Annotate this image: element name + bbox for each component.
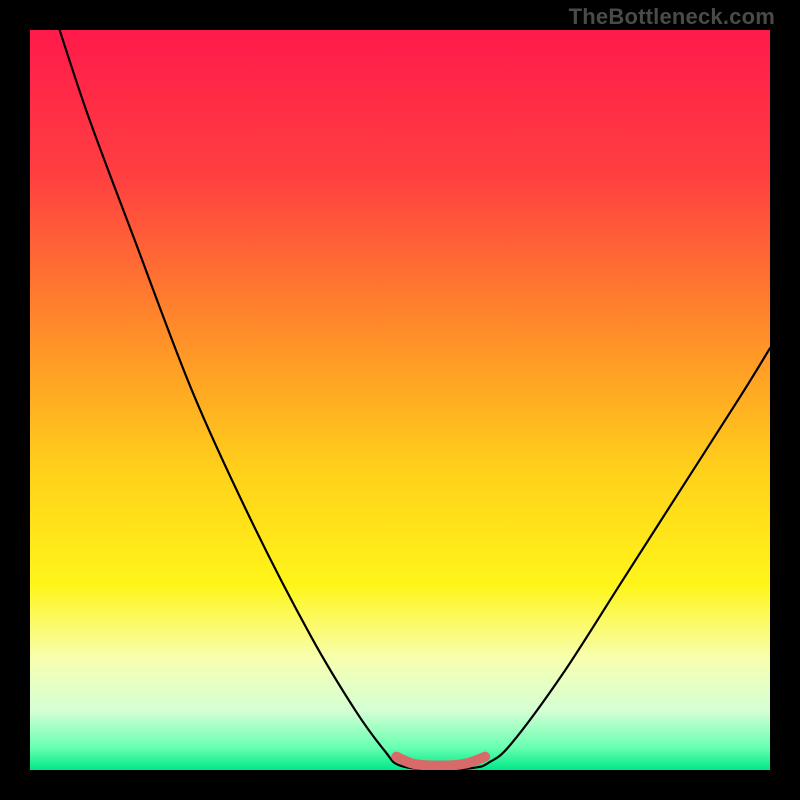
plot-area	[30, 30, 770, 770]
gradient-background	[30, 30, 770, 770]
watermark-text: TheBottleneck.com	[569, 4, 775, 30]
bottleneck-chart	[30, 30, 770, 770]
chart-frame: TheBottleneck.com	[0, 0, 800, 800]
